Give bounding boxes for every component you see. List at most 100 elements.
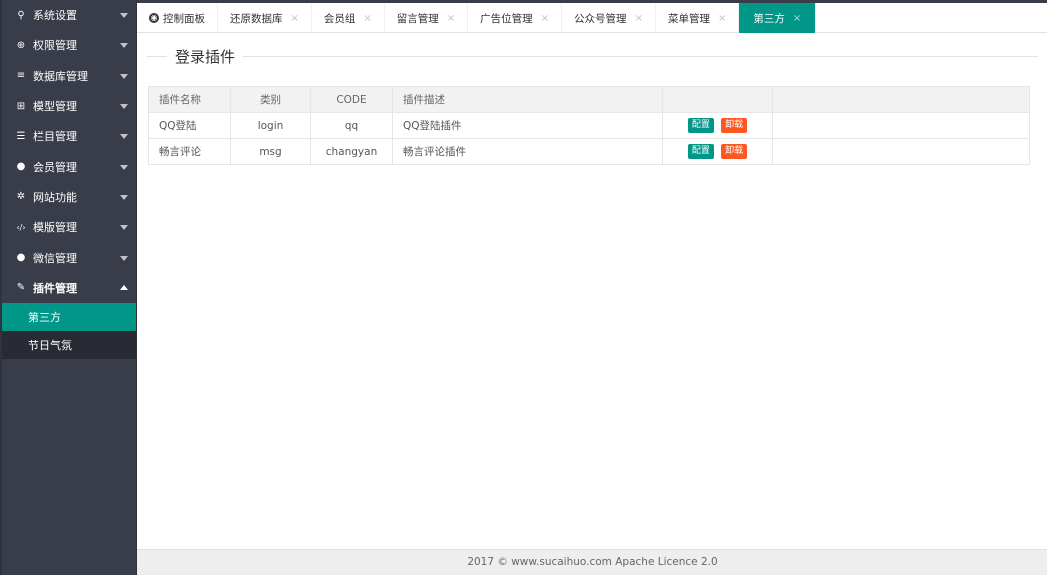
tab-label: 还原数据库 (230, 12, 283, 25)
sidebar-item-columns[interactable]: ☰ 栏目管理 (2, 121, 136, 151)
column-header-actions (662, 86, 773, 113)
cell-type: login (230, 112, 311, 139)
config-button[interactable]: 配置 (687, 144, 714, 159)
database-icon: ≡ (16, 70, 26, 82)
cell-name: QQ登陆 (148, 112, 231, 139)
sidebar-item-label: 栏目管理 (33, 130, 77, 144)
table-header-row: 插件名称 类别 CODE 插件描述 (148, 86, 1030, 113)
cell-description: QQ登陆插件 (392, 112, 663, 139)
sidebar-item-label: 插件管理 (33, 281, 77, 295)
tab-label: 第三方 (753, 12, 785, 25)
sidebar-item-label: 网站功能 (33, 190, 77, 204)
tab-ad-slots[interactable]: 广告位管理 × (468, 3, 563, 33)
cell-extra (772, 138, 1030, 165)
content: 登录插件 插件名称 类别 CODE 插件描述 QQ登陆 login qq QQ登… (137, 36, 1047, 165)
sidebar-item-members[interactable]: ● 会员管理 (2, 151, 136, 181)
tab-member-groups[interactable]: 会员组 × (312, 3, 385, 33)
tab-label: 广告位管理 (480, 12, 533, 25)
chevron-down-icon (120, 73, 128, 79)
close-icon[interactable]: × (363, 13, 371, 24)
chevron-down-icon (120, 255, 128, 261)
uninstall-button[interactable]: 卸载 (721, 118, 748, 133)
tab-dashboard[interactable]: ◉ 控制面板 (137, 3, 218, 33)
footer: 2017 © www.sucaihuo.com Apache Licence 2… (137, 549, 1047, 575)
chevron-down-icon (120, 225, 128, 231)
tab-third-party[interactable]: 第三方 × (739, 3, 817, 33)
column-header-code: CODE (310, 86, 393, 113)
sidebar-item-label: 系统设置 (33, 9, 77, 23)
tab-bar: ◉ 控制面板 还原数据库 × 会员组 × 留言管理 × 广告位管理 × 公众号管… (137, 0, 1047, 33)
sidebar-item-label: 权限管理 (33, 39, 77, 53)
key-icon: ⚲ (17, 9, 25, 21)
close-icon[interactable]: × (541, 13, 549, 24)
close-icon[interactable]: × (635, 13, 643, 24)
sidebar-item-wechat[interactable]: ● 微信管理 (2, 242, 136, 272)
sidebar-item-site-functions[interactable]: ✲ 网站功能 (2, 182, 136, 212)
sidebar-subitem-third-party[interactable]: 第三方 (2, 302, 136, 331)
tab-label: 留言管理 (396, 12, 439, 25)
chevron-down-icon (120, 164, 128, 170)
sidebar-item-label: 微信管理 (33, 251, 77, 265)
sidebar-item-permissions[interactable]: ⊕ 权限管理 (2, 30, 136, 60)
tab-menus[interactable]: 菜单管理 × (656, 3, 740, 33)
sidebar-item-label: 数据库管理 (33, 69, 88, 83)
sidebar-item-label: 模型管理 (33, 100, 77, 114)
uninstall-button[interactable]: 卸载 (721, 144, 748, 159)
crosshair-icon: ⊕ (16, 39, 26, 51)
cell-code: changyan (310, 138, 393, 165)
chat-icon: ● (16, 252, 26, 264)
cell-description: 畅言评论插件 (392, 138, 663, 165)
chevron-down-icon (120, 194, 128, 200)
cell-name: 畅言评论 (148, 138, 231, 165)
globe-icon: ◉ (149, 13, 159, 23)
table-row: 畅言评论 msg changyan 畅言评论插件 配置 卸载 (148, 138, 1030, 165)
cell-actions: 配置 卸载 (662, 138, 773, 165)
column-header-name: 插件名称 (148, 86, 231, 113)
sidebar-subitem-festival[interactable]: 节日气氛 (2, 331, 136, 359)
plugin-table: 插件名称 类别 CODE 插件描述 QQ登陆 login qq QQ登陆插件 配… (148, 86, 1030, 165)
close-icon[interactable]: × (793, 13, 801, 24)
tab-restore-database[interactable]: 还原数据库 × (218, 3, 312, 33)
sidebar-item-templates[interactable]: ‹/› 模版管理 (2, 212, 136, 242)
user-icon: ● (16, 161, 26, 173)
page-title: 登录插件 (167, 46, 244, 67)
tab-messages[interactable]: 留言管理 × (385, 3, 469, 33)
sidebar-item-models[interactable]: ⊞ 模型管理 (2, 91, 136, 121)
tab-label: 会员组 (323, 12, 356, 25)
tab-label: 公众号管理 (574, 12, 627, 25)
list-icon: ☰ (16, 130, 26, 142)
column-header-description: 插件描述 (392, 86, 663, 113)
close-icon[interactable]: × (447, 13, 455, 24)
tab-official-accounts[interactable]: 公众号管理 × (562, 3, 656, 33)
cell-code: qq (310, 112, 393, 139)
sidebar-item-label: 会员管理 (33, 160, 77, 174)
sidebar-item-label: 模版管理 (33, 221, 77, 235)
tab-label: 控制面板 (163, 12, 205, 25)
close-icon[interactable]: × (718, 13, 726, 24)
sidebar-subnav-plugins: 第三方 节日气氛 (2, 302, 136, 359)
table-row: QQ登陆 login qq QQ登陆插件 配置 卸载 (148, 112, 1030, 139)
section-header: 登录插件 (147, 36, 1038, 76)
close-icon[interactable]: × (291, 13, 299, 24)
main-area: ◉ 控制面板 还原数据库 × 会员组 × 留言管理 × 广告位管理 × 公众号管… (136, 0, 1047, 575)
sidebar-item-plugins[interactable]: ✎ 插件管理 (2, 273, 136, 303)
plug-icon: ✎ (16, 282, 26, 294)
config-button[interactable]: 配置 (687, 118, 714, 133)
sidebar: ⚲ 系统设置 ⊕ 权限管理 ≡ 数据库管理 ⊞ 模型管理 ☰ 栏目管理 ● 会员… (0, 0, 136, 575)
tab-label: 菜单管理 (667, 12, 710, 25)
sidebar-item-database[interactable]: ≡ 数据库管理 (2, 61, 136, 91)
model-icon: ⊞ (16, 100, 26, 112)
gear-icon: ✲ (16, 191, 26, 203)
chevron-down-icon (120, 43, 128, 49)
sidebar-item-system-settings[interactable]: ⚲ 系统设置 (2, 0, 136, 30)
chevron-up-icon (120, 284, 128, 290)
divider (147, 56, 1038, 57)
column-header-extra (772, 86, 1030, 113)
cell-actions: 配置 卸载 (662, 112, 773, 139)
cell-type: msg (230, 138, 311, 165)
code-icon: ‹/› (16, 222, 26, 232)
chevron-down-icon (120, 134, 128, 140)
chevron-down-icon (120, 104, 128, 110)
cell-extra (772, 112, 1030, 139)
chevron-down-icon (120, 13, 128, 19)
